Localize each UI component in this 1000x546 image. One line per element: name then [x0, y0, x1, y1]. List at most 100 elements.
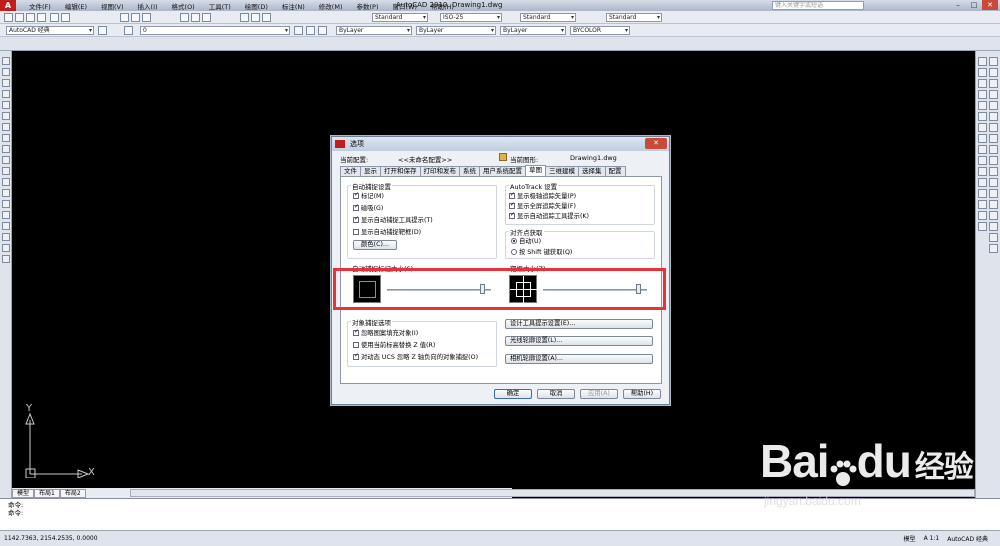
marker-option[interactable]: 标记(M) — [353, 191, 384, 200]
circle-icon[interactable] — [2, 123, 10, 131]
mleader-style-select[interactable]: Standard — [606, 13, 662, 22]
marker-checkbox[interactable] — [353, 191, 359, 199]
join-icon[interactable] — [978, 189, 987, 198]
workspace-switch[interactable]: AutoCAD 经典 — [945, 534, 990, 543]
menu-insert[interactable]: 插入(I) — [131, 1, 165, 11]
redo-icon[interactable] — [61, 13, 70, 22]
ellipse-arc-icon[interactable] — [2, 167, 10, 175]
osnap-temp-icon[interactable] — [989, 68, 998, 77]
cancel-button[interactable]: 取消 — [537, 389, 575, 399]
color-select[interactable]: ByLayer — [336, 26, 412, 35]
tab-model[interactable]: 模型 — [12, 488, 35, 498]
alignment-shift-radio[interactable] — [511, 248, 517, 255]
hatch-icon[interactable] — [2, 211, 10, 219]
paste-icon[interactable] — [142, 13, 151, 22]
table-icon[interactable] — [2, 244, 10, 252]
pan-icon[interactable] — [180, 13, 189, 22]
snap-tooltip-option[interactable]: 显示自动捕捉工具提示(T) — [353, 215, 433, 224]
copy-object-icon[interactable] — [978, 68, 987, 77]
polyline-icon[interactable] — [2, 79, 10, 87]
close-icon[interactable]: ✕ — [982, 0, 998, 10]
polygon-icon[interactable] — [2, 90, 10, 98]
insert-block-icon[interactable] — [2, 178, 10, 186]
region-icon[interactable] — [2, 233, 10, 241]
linetype-select[interactable]: ByLayer — [416, 26, 496, 35]
tab-selection[interactable]: 选择集 — [578, 166, 606, 176]
aperture-box-option[interactable]: 显示自动捕捉靶框(D) — [353, 227, 421, 236]
spline-icon[interactable] — [2, 145, 10, 153]
ignore-negative-z-checkbox[interactable] — [353, 352, 359, 360]
menu-file[interactable]: 文件(F) — [22, 1, 58, 11]
osnap-apparent-icon[interactable] — [989, 123, 998, 132]
drafting-tooltip-settings-button[interactable]: 设计工具提示设置(E)... — [505, 319, 653, 329]
osnap-midpoint-icon[interactable] — [989, 101, 998, 110]
tab-display[interactable]: 显示 — [360, 166, 381, 176]
colors-button[interactable]: 颜色(C)... — [353, 240, 397, 250]
workspace-settings-icon[interactable] — [98, 26, 107, 35]
apply-button[interactable]: 应用(A) — [580, 389, 618, 399]
lights-glyph-settings-button[interactable]: 光线轮廓设置(L)... — [505, 336, 653, 346]
chamfer-icon[interactable] — [978, 200, 987, 209]
layer-previous-icon[interactable] — [306, 26, 315, 35]
open-icon[interactable] — [15, 13, 24, 22]
replace-z-checkbox[interactable] — [353, 341, 359, 348]
cameras-glyph-settings-button[interactable]: 相机轮廓设置(A)... — [505, 354, 653, 364]
mirror-icon[interactable] — [978, 79, 987, 88]
scale-icon[interactable] — [978, 134, 987, 143]
minimize-icon[interactable]: – — [950, 0, 966, 10]
tab-drafting[interactable]: 草图 — [525, 165, 546, 176]
copy-icon[interactable] — [131, 13, 140, 22]
zoom-window-icon[interactable] — [202, 13, 211, 22]
tool-palettes-icon[interactable] — [262, 13, 271, 22]
osnap-settings-icon[interactable] — [989, 244, 998, 253]
trim-icon[interactable] — [978, 156, 987, 165]
draw-order-icon[interactable] — [989, 57, 998, 66]
ok-button[interactable]: 确定 — [494, 389, 532, 399]
osnap-node-icon[interactable] — [989, 200, 998, 209]
undo-icon[interactable] — [50, 13, 59, 22]
layer-manager-icon[interactable] — [124, 26, 133, 35]
osnap-none-icon[interactable] — [989, 222, 998, 231]
menu-modify[interactable]: 修改(M) — [312, 1, 350, 11]
tab-files[interactable]: 文件 — [340, 166, 361, 176]
track-tooltip-checkbox[interactable] — [509, 211, 515, 219]
menu-tools[interactable]: 工具(T) — [202, 1, 238, 11]
dialog-close-button[interactable]: ✕ — [645, 138, 667, 149]
save-icon[interactable] — [26, 13, 35, 22]
properties-icon[interactable] — [240, 13, 249, 22]
osnap-center-icon[interactable] — [989, 145, 998, 154]
rotate-icon[interactable] — [978, 123, 987, 132]
extend-icon[interactable] — [978, 167, 987, 176]
maximize-icon[interactable]: □ — [966, 0, 982, 10]
cut-icon[interactable] — [120, 13, 129, 22]
snap-tooltip-checkbox[interactable] — [353, 215, 359, 223]
make-current-icon[interactable] — [294, 26, 303, 35]
model-space-toggle[interactable]: 模型 — [902, 534, 918, 543]
revision-cloud-icon[interactable] — [2, 134, 10, 142]
table-style-select[interactable]: Standard — [520, 13, 576, 22]
zoom-icon[interactable] — [191, 13, 200, 22]
line-icon[interactable] — [2, 57, 10, 65]
new-icon[interactable] — [4, 13, 13, 22]
rectangle-icon[interactable] — [2, 101, 10, 109]
point-icon[interactable] — [2, 200, 10, 208]
tab-open-save[interactable]: 打开和保存 — [380, 166, 421, 176]
stretch-icon[interactable] — [978, 145, 987, 154]
design-center-icon[interactable] — [251, 13, 260, 22]
plotstyle-select[interactable]: BYCOLOR — [570, 26, 630, 35]
tab-3d-modeling[interactable]: 三维建模 — [545, 166, 579, 176]
magnet-option[interactable]: 磁吸(G) — [353, 203, 383, 212]
fullscreen-vector-option[interactable]: 显示全屏追踪矢量(F) — [509, 201, 576, 210]
osnap-extension-icon[interactable] — [989, 134, 998, 143]
ignore-hatch-checkbox[interactable] — [353, 328, 359, 336]
osnap-from-icon[interactable] — [989, 79, 998, 88]
coordinates-readout[interactable]: 1142.7363, 2154.2535, 0.0000 — [4, 535, 98, 542]
tab-plot-publish[interactable]: 打印和发布 — [419, 166, 460, 176]
offset-icon[interactable] — [978, 90, 987, 99]
osnap-nearest-icon[interactable] — [989, 211, 998, 220]
tab-layout2[interactable]: 布局2 — [59, 488, 86, 498]
osnap-perpendicular-icon[interactable] — [989, 178, 998, 187]
osnap-quadrant-icon[interactable] — [989, 156, 998, 165]
osnap-settings-icon[interactable] — [989, 233, 998, 242]
osnap-endpoint-icon[interactable] — [989, 90, 998, 99]
